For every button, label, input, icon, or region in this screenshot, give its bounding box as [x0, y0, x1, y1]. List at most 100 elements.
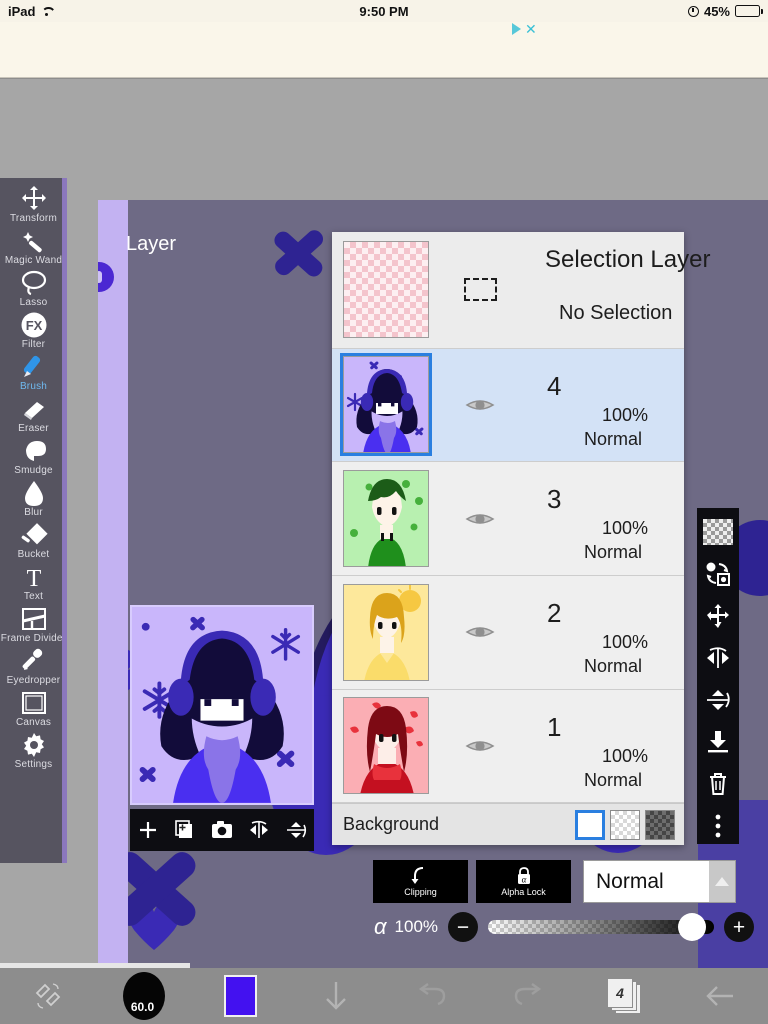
selection-layer-row[interactable]: Selection Layer No Selection: [332, 232, 710, 349]
color-swatch-button[interactable]: [192, 968, 288, 1024]
blend-mode-select[interactable]: Normal: [583, 860, 736, 903]
layers-icon[interactable]: 4: [607, 978, 641, 1014]
layer-action-buttons[interactable]: Clipping α Alpha Lock: [373, 860, 571, 903]
trash-icon[interactable]: [702, 768, 734, 800]
layer-blend-mode: Normal: [583, 769, 642, 790]
ad-close-icon[interactable]: ✕: [525, 22, 537, 36]
canvas-side-strip[interactable]: [98, 200, 128, 968]
background-swatches[interactable]: [575, 809, 675, 840]
alpha-lock-button[interactable]: α Alpha Lock: [476, 860, 571, 903]
eye-icon[interactable]: [457, 395, 503, 415]
alpha-slider[interactable]: [488, 913, 714, 941]
brush-size-button[interactable]: 60.0: [96, 968, 192, 1024]
table-row[interactable]: 3 100% Normal: [332, 462, 684, 576]
camera-icon[interactable]: [207, 815, 237, 845]
bottom-app-bar[interactable]: 60.0 4: [0, 968, 768, 1024]
eye-icon[interactable]: [457, 509, 503, 529]
sidebar-item-magic-wand[interactable]: Magic Wand: [0, 226, 67, 266]
layer-thumbnail[interactable]: [343, 697, 429, 795]
selection-layer-meta: Selection Layer No Selection: [503, 232, 710, 348]
flip-horizontal-icon[interactable]: [702, 642, 734, 674]
redo-icon[interactable]: [480, 968, 576, 1024]
smudge-icon: [20, 436, 48, 466]
alpha-slider-knob[interactable]: [678, 913, 706, 941]
sidebar-item-frame-divider[interactable]: Frame Divider: [0, 604, 67, 644]
sidebar-item-label: Canvas: [15, 717, 52, 728]
table-row[interactable]: 1 100% Normal: [332, 689, 684, 804]
eye-icon[interactable]: [457, 622, 503, 642]
flip-vertical-icon[interactable]: [702, 684, 734, 716]
background-swatch-white[interactable]: [575, 809, 605, 840]
layer-thumbnail[interactable]: [340, 353, 432, 457]
layers-button[interactable]: 4: [576, 968, 672, 1024]
status-bar-time: 9:50 PM: [359, 3, 409, 19]
alpha-symbol: α: [374, 914, 387, 939]
background-swatch-dark-checker[interactable]: [645, 809, 675, 840]
flip-horizontal-icon[interactable]: [244, 815, 274, 845]
sidebar-item-eyedropper[interactable]: Eyedropper: [0, 646, 67, 686]
sidebar-item-filter[interactable]: FX Filter: [0, 310, 67, 350]
text-icon: T: [21, 562, 47, 592]
sidebar-item-label: Settings: [14, 759, 53, 770]
sidebar-item-bucket[interactable]: Bucket: [0, 520, 67, 560]
merge-down-icon[interactable]: [702, 726, 734, 758]
back-arrow-icon[interactable]: [672, 968, 768, 1024]
sidebar-item-smudge[interactable]: Smudge: [0, 436, 67, 476]
move-icon[interactable]: [702, 600, 734, 632]
sidebar-item-brush[interactable]: Brush: [0, 352, 67, 392]
layer-opacity: 100%: [601, 518, 648, 539]
ad-banner[interactable]: ✕: [0, 22, 768, 78]
table-row[interactable]: 2 100% Normal: [332, 575, 684, 690]
layer-thumb-art-3: [344, 471, 428, 567]
sidebar-item-canvas[interactable]: Canvas: [0, 688, 67, 728]
background-swatch-light-checker[interactable]: [610, 809, 640, 840]
layer-thumb-art-2: [344, 584, 428, 680]
undo-icon[interactable]: [384, 968, 480, 1024]
layer-name: 2: [547, 597, 562, 628]
brush-eraser-toggle-icon[interactable]: [0, 968, 96, 1024]
sidebar-item-label: Transform: [10, 213, 57, 224]
layer-tools-toolbar[interactable]: [697, 508, 739, 844]
canvas-resize-handle[interactable]: [98, 262, 114, 292]
table-row[interactable]: 4 100% Normal: [332, 348, 684, 463]
layer-name: 3: [547, 484, 562, 515]
layer-name: 1: [547, 711, 562, 742]
canvas-preview-toolbar[interactable]: [130, 809, 314, 851]
sidebar-item-lasso[interactable]: Lasso: [0, 268, 67, 308]
clipping-icon: [411, 867, 423, 884]
svg-text:T: T: [26, 566, 41, 590]
clipping-label: Clipping: [404, 887, 437, 897]
clipping-button[interactable]: Clipping: [373, 860, 468, 903]
filter-fx-icon: FX: [20, 310, 48, 340]
duplicate-layer-icon[interactable]: [170, 815, 200, 845]
layer-meta: 4 100% Normal: [503, 349, 684, 462]
chevron-up-icon[interactable]: [709, 861, 735, 902]
download-arrow-icon[interactable]: [288, 968, 384, 1024]
background-row[interactable]: Background: [332, 803, 684, 845]
add-layer-icon[interactable]: [133, 815, 163, 845]
ad-play-icon[interactable]: [512, 23, 521, 35]
alpha-increase-button[interactable]: +: [724, 912, 754, 942]
layer-opacity: 100%: [601, 745, 648, 766]
layer-thumbnail[interactable]: [343, 470, 429, 568]
alpha-decrease-button[interactable]: −: [448, 912, 479, 942]
transform-swap-icon[interactable]: [702, 558, 734, 590]
more-options-icon[interactable]: [702, 810, 734, 842]
transparency-checker-icon[interactable]: [702, 516, 734, 548]
sidebar-item-settings[interactable]: Settings: [0, 730, 67, 770]
color-swatch-icon[interactable]: [223, 975, 257, 1017]
brush-size-value: 60.0: [123, 972, 165, 1020]
ad-controls[interactable]: ✕: [512, 22, 537, 36]
sidebar-item-eraser[interactable]: Eraser: [0, 394, 67, 434]
sidebar-item-text[interactable]: T Text: [0, 562, 67, 602]
sidebar-item-label: Blur: [24, 507, 43, 518]
eye-icon[interactable]: [457, 736, 503, 756]
canvas-preview[interactable]: [130, 605, 314, 805]
layers-panel[interactable]: Selection Layer No Selection 4 100% Norm…: [332, 232, 710, 845]
layer-thumbnail[interactable]: [343, 583, 429, 681]
left-toolbar[interactable]: Transform Magic Wand Lasso FX Filter Bru…: [0, 178, 67, 863]
flip-vertical-icon[interactable]: [281, 815, 311, 845]
alpha-control-row[interactable]: α 100% − +: [360, 903, 768, 951]
sidebar-item-blur[interactable]: Blur: [0, 478, 67, 518]
sidebar-item-transform[interactable]: Transform: [0, 184, 67, 224]
